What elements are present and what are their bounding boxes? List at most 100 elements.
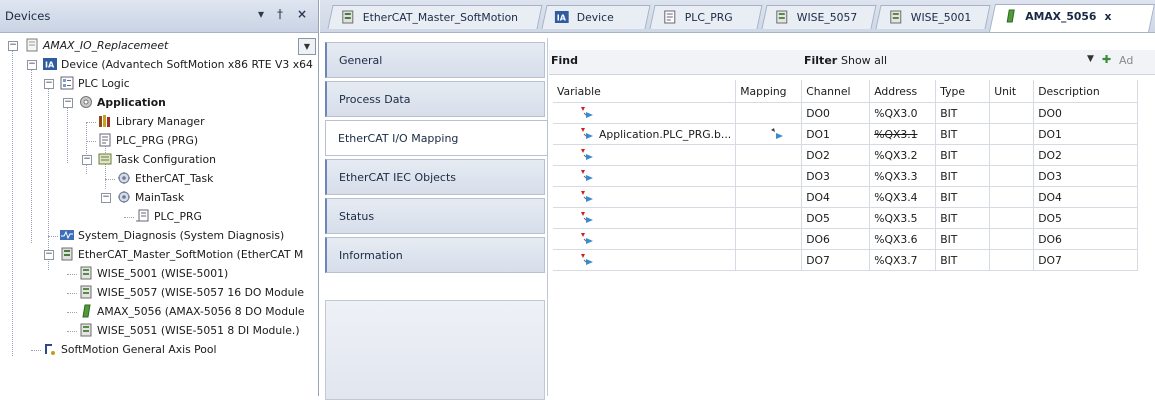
tree-item[interactable]: System_Diagnosis (System Diagnosis) bbox=[60, 226, 284, 245]
tree-item[interactable]: Application bbox=[79, 93, 166, 112]
unit-cell[interactable] bbox=[989, 228, 1035, 250]
mapping-cell[interactable] bbox=[735, 228, 803, 250]
subtab-ethercat-iec-objects[interactable]: EtherCAT IEC Objects bbox=[325, 159, 545, 195]
table-row[interactable]: DO5 %QX3.5 BIT DO5 bbox=[553, 207, 1139, 229]
description-cell[interactable]: DO3 bbox=[1033, 165, 1139, 187]
type-cell[interactable]: BIT bbox=[935, 249, 991, 271]
mapping-cell[interactable] bbox=[735, 186, 803, 208]
description-cell[interactable]: DO6 bbox=[1033, 228, 1139, 250]
table-row[interactable]: DO6 %QX3.6 BIT DO6 bbox=[553, 228, 1139, 250]
close-tab-icon[interactable]: x bbox=[1104, 10, 1111, 23]
description-cell[interactable]: DO5 bbox=[1033, 207, 1139, 229]
type-cell[interactable]: BIT bbox=[935, 207, 991, 229]
tree-item[interactable]: PLC_PRG (PRG) bbox=[98, 131, 198, 150]
variable-cell[interactable] bbox=[553, 144, 737, 166]
channel-cell[interactable]: DO7 bbox=[801, 249, 871, 271]
collapse-toggle-icon[interactable]: − bbox=[44, 250, 54, 260]
description-cell[interactable]: DO1 bbox=[1033, 123, 1139, 145]
mapping-cell[interactable] bbox=[735, 165, 803, 187]
tab-wise-5057[interactable]: WISE_5057 bbox=[761, 5, 877, 29]
tab-amax-5056[interactable]: AMAX_5056 x bbox=[989, 4, 1155, 32]
channel-cell[interactable]: DO1 bbox=[801, 123, 871, 145]
add-button-label[interactable]: Ad bbox=[1119, 54, 1133, 67]
collapse-toggle-icon[interactable]: − bbox=[27, 60, 37, 70]
unit-cell[interactable] bbox=[989, 186, 1035, 208]
subtab-information[interactable]: Information bbox=[325, 237, 545, 273]
collapse-toggle-icon[interactable]: − bbox=[63, 98, 73, 108]
collapse-toggle-icon[interactable]: − bbox=[8, 41, 18, 51]
unit-cell[interactable] bbox=[989, 207, 1035, 229]
type-cell[interactable]: BIT bbox=[935, 144, 991, 166]
subtab-ethercat-i-o-mapping[interactable]: EtherCAT I/O Mapping bbox=[325, 120, 548, 156]
unit-cell[interactable] bbox=[989, 144, 1035, 166]
tab-wise-5001[interactable]: WISE_5001 bbox=[875, 5, 991, 29]
channel-cell[interactable]: DO6 bbox=[801, 228, 871, 250]
column-header-variable[interactable]: Variable bbox=[553, 80, 737, 103]
address-cell[interactable]: %QX3.1 bbox=[869, 123, 937, 145]
address-cell[interactable]: %QX3.0 bbox=[869, 102, 937, 124]
table-row[interactable]: DO4 %QX3.4 BIT DO4 bbox=[553, 186, 1139, 208]
unit-cell[interactable] bbox=[989, 102, 1035, 124]
column-header-type[interactable]: Type bbox=[935, 80, 991, 103]
tree-item[interactable]: AMAX_5056 (AMAX-5056 8 DO Module bbox=[79, 302, 305, 321]
column-header-description[interactable]: Description bbox=[1033, 80, 1139, 103]
column-header-address[interactable]: Address bbox=[869, 80, 937, 103]
address-cell[interactable]: %QX3.7 bbox=[869, 249, 937, 271]
tree-item[interactable]: IA Device (Advantech SoftMotion x86 RTE V… bbox=[43, 55, 313, 74]
collapse-toggle-icon[interactable]: − bbox=[82, 155, 92, 165]
filter-select[interactable]: Show all bbox=[841, 54, 887, 67]
description-cell[interactable]: DO4 bbox=[1033, 186, 1139, 208]
variable-cell[interactable] bbox=[553, 228, 737, 250]
column-header-unit[interactable]: Unit bbox=[989, 80, 1035, 103]
address-cell[interactable]: %QX3.5 bbox=[869, 207, 937, 229]
subtab-process-data[interactable]: Process Data bbox=[325, 81, 545, 117]
unit-cell[interactable] bbox=[989, 165, 1035, 187]
tree-scroll-dropdown-icon[interactable]: ▼ bbox=[298, 38, 316, 55]
description-cell[interactable]: DO7 bbox=[1033, 249, 1139, 271]
address-cell[interactable]: %QX3.4 bbox=[869, 186, 937, 208]
unit-cell[interactable] bbox=[989, 123, 1035, 145]
variable-cell[interactable]: Application.PLC_PRG.b... bbox=[553, 123, 737, 145]
tree-item[interactable]: WISE_5057 (WISE-5057 16 DO Module bbox=[79, 283, 304, 302]
variable-cell[interactable] bbox=[553, 165, 737, 187]
collapse-toggle-icon[interactable]: − bbox=[44, 79, 54, 89]
tab-plc-prg[interactable]: PLC_PRG bbox=[649, 5, 763, 29]
filter-dropdown-icon[interactable]: ▼ bbox=[1087, 54, 1094, 64]
table-row[interactable]: DO0 %QX3.0 BIT DO0 bbox=[553, 102, 1139, 124]
type-cell[interactable]: BIT bbox=[935, 123, 991, 145]
description-cell[interactable]: DO2 bbox=[1033, 144, 1139, 166]
channel-cell[interactable]: DO0 bbox=[801, 102, 871, 124]
tree-item[interactable]: AMAX_IO_Replacemeet bbox=[25, 36, 168, 55]
channel-cell[interactable]: DO3 bbox=[801, 165, 871, 187]
tree-item[interactable]: WISE_5051 (WISE-5051 8 DI Module.) bbox=[79, 321, 300, 340]
add-icon[interactable]: ✚ bbox=[1102, 53, 1111, 66]
panel-menu-dropdown-icon[interactable]: ▾ bbox=[258, 7, 264, 21]
tree-item[interactable]: EtherCAT_Master_SoftMotion (EtherCAT M bbox=[60, 245, 303, 264]
table-row[interactable]: DO3 %QX3.3 BIT DO3 bbox=[553, 165, 1139, 187]
collapse-toggle-icon[interactable]: − bbox=[101, 193, 111, 203]
type-cell[interactable]: BIT bbox=[935, 165, 991, 187]
address-cell[interactable]: %QX3.6 bbox=[869, 228, 937, 250]
column-header-channel[interactable]: Channel bbox=[801, 80, 871, 103]
column-header-mapping[interactable]: Mapping bbox=[735, 80, 803, 103]
type-cell[interactable]: BIT bbox=[935, 186, 991, 208]
variable-cell[interactable] bbox=[553, 102, 737, 124]
tab-ethercat-master-softmotion[interactable]: EtherCAT_Master_SoftMotion bbox=[327, 5, 543, 29]
tree-item[interactable]: PLC_PRG bbox=[136, 207, 202, 226]
address-cell[interactable]: %QX3.3 bbox=[869, 165, 937, 187]
variable-cell[interactable] bbox=[553, 186, 737, 208]
unit-cell[interactable] bbox=[989, 249, 1035, 271]
table-row[interactable]: DO2 %QX3.2 BIT DO2 bbox=[553, 144, 1139, 166]
subtab-status[interactable]: Status bbox=[325, 198, 545, 234]
tree-item[interactable]: EtherCAT_Task bbox=[117, 169, 213, 188]
mapping-cell[interactable] bbox=[735, 102, 803, 124]
close-panel-icon[interactable]: × bbox=[297, 7, 307, 21]
mapping-cell[interactable] bbox=[735, 144, 803, 166]
channel-cell[interactable]: DO5 bbox=[801, 207, 871, 229]
type-cell[interactable]: BIT bbox=[935, 228, 991, 250]
tab-device[interactable]: IA Device bbox=[541, 5, 651, 29]
channel-cell[interactable]: DO4 bbox=[801, 186, 871, 208]
variable-cell[interactable] bbox=[553, 249, 737, 271]
tree-item[interactable]: MainTask bbox=[117, 188, 184, 207]
address-cell[interactable]: %QX3.2 bbox=[869, 144, 937, 166]
